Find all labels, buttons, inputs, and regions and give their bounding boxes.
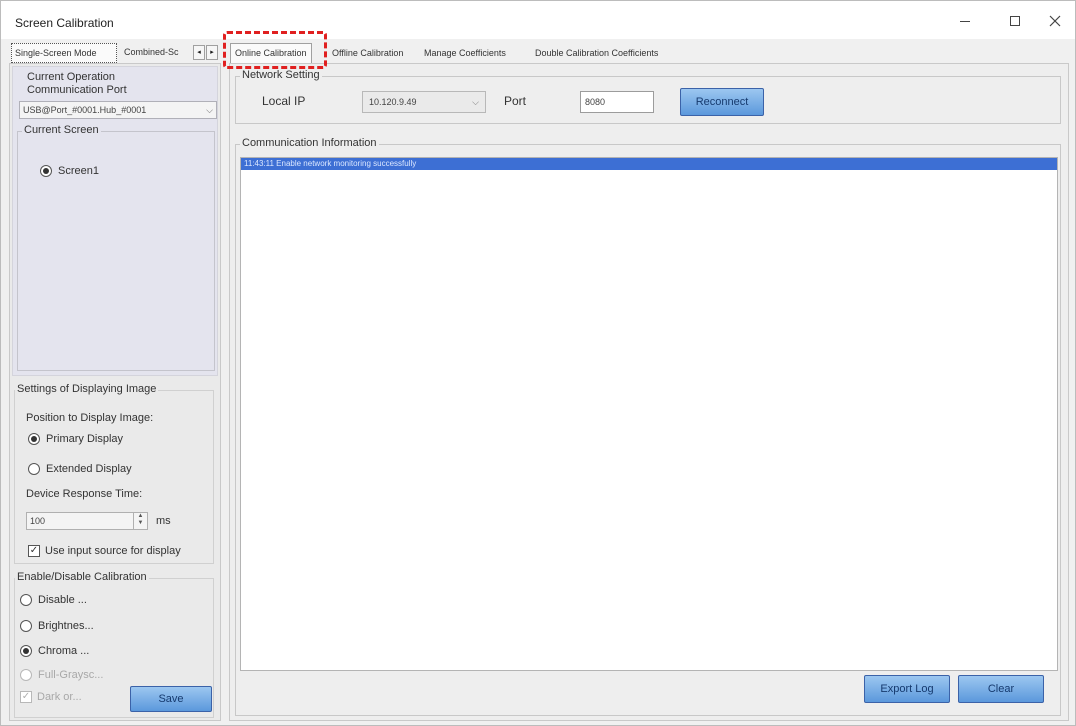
checkmark-icon: ✓ [28, 545, 40, 557]
tab-combined-screen[interactable]: Combined-Sc [121, 43, 197, 63]
online-calibration-panel: Network Setting Local IP 10.120.9.49 ⌵ P… [229, 63, 1069, 721]
minimize-button[interactable] [943, 7, 987, 35]
brightness-label: Brightnes... [38, 620, 94, 632]
response-time-spinner[interactable]: 100 ▲ ▼ [26, 512, 148, 530]
position-to-display-label: Position to Display Image: [26, 412, 154, 424]
dark-or-label: Dark or... [37, 691, 82, 703]
chevron-down-icon: ⌵ [206, 105, 213, 115]
current-screen-group: Current Screen Screen1 [17, 124, 215, 371]
tab-offline-calibration[interactable]: Offline Calibration [332, 45, 403, 61]
communication-port-value: USB@Port_#0001.Hub_#0001 [23, 105, 147, 115]
left-panel: Current Operation Communication Port USB… [9, 63, 221, 721]
tab-manage-coefficients[interactable]: Manage Coefficients [424, 45, 506, 61]
extended-display-radio[interactable]: Extended Display [28, 463, 132, 475]
port-input[interactable]: 8080 [580, 91, 654, 113]
brightness-radio[interactable]: Brightnes... [20, 620, 94, 632]
radio-selected-icon [28, 433, 40, 445]
use-input-source-checkbox[interactable]: ✓ Use input source for display [28, 545, 181, 557]
response-time-value: 100 [30, 516, 46, 526]
display-settings-label: Settings of Displaying Image [15, 383, 159, 395]
full-grayscale-label: Full-Graysc... [38, 669, 104, 681]
chroma-radio[interactable]: Chroma ... [20, 645, 89, 657]
tab-online-calibration[interactable]: Online Calibration [230, 43, 312, 63]
device-response-time-label: Device Response Time: [26, 488, 143, 500]
spin-up-icon[interactable]: ▲ [134, 513, 147, 520]
communication-port-select[interactable]: USB@Port_#0001.Hub_#0001 ⌵ [19, 101, 217, 119]
arrow-left-icon: ◂ [197, 49, 201, 56]
maximize-icon [1010, 16, 1020, 26]
network-setting-label: Network Setting [240, 69, 322, 81]
communication-log-list[interactable]: 11:43:11 Enable network monitoring succe… [240, 157, 1058, 671]
tab-scroll-left-button[interactable]: ◂ [193, 45, 205, 60]
radio-unselected-icon [20, 620, 32, 632]
disable-radio[interactable]: Disable ... [20, 594, 87, 606]
communication-information-group: Communication Information 11:43:11 Enabl… [235, 137, 1061, 716]
tab-single-screen-mode[interactable]: Single-Screen Mode [11, 43, 117, 63]
current-screen-label: Current Screen [22, 124, 101, 136]
save-button[interactable]: Save [130, 686, 212, 712]
use-input-source-label: Use input source for display [45, 545, 181, 557]
arrow-right-icon: ▸ [210, 49, 214, 56]
close-button[interactable] [1033, 7, 1076, 35]
dark-or-checkbox: ✓ Dark or... [20, 691, 82, 703]
full-grayscale-radio: Full-Graysc... [20, 669, 103, 681]
communication-port-label: Communication Port [27, 84, 127, 96]
local-ip-select[interactable]: 10.120.9.49 ⌵ [362, 91, 486, 113]
export-log-button[interactable]: Export Log [864, 675, 950, 703]
tab-scroll-right-button[interactable]: ▸ [206, 45, 218, 60]
screen1-radio[interactable]: Screen1 [40, 165, 99, 177]
chroma-label: Chroma ... [38, 645, 90, 657]
radio-disabled-icon [20, 669, 32, 681]
minimize-icon [960, 20, 970, 22]
spin-down-icon[interactable]: ▼ [134, 520, 147, 527]
response-time-unit: ms [156, 515, 171, 527]
maximize-button[interactable] [993, 7, 1037, 35]
calibration-toggle-label: Enable/Disable Calibration [15, 571, 149, 583]
screen-calibration-window: Screen Calibration Single-Screen Mode Co… [0, 0, 1076, 726]
title-bar: Screen Calibration [1, 1, 1075, 39]
network-setting-group: Network Setting Local IP 10.120.9.49 ⌵ P… [235, 69, 1061, 124]
primary-display-label: Primary Display [46, 433, 124, 445]
screen-selection-area: Current Operation Communication Port USB… [12, 66, 218, 376]
chevron-down-icon: ⌵ [472, 97, 479, 107]
disable-label: Disable ... [38, 594, 87, 606]
radio-selected-icon [40, 165, 52, 177]
local-ip-label: Local IP [262, 94, 306, 108]
radio-selected-icon [20, 645, 32, 657]
window-title: Screen Calibration [15, 16, 114, 30]
reconnect-button[interactable]: Reconnect [680, 88, 764, 116]
local-ip-value: 10.120.9.49 [369, 97, 417, 107]
primary-display-radio[interactable]: Primary Display [28, 433, 123, 445]
port-label: Port [504, 94, 527, 108]
tab-double-calibration-coefficients[interactable]: Double Calibration Coefficients [535, 45, 658, 61]
extended-display-label: Extended Display [46, 463, 132, 475]
spin-arrows[interactable]: ▲ ▼ [133, 513, 147, 529]
radio-unselected-icon [20, 594, 32, 606]
clear-button[interactable]: Clear [958, 675, 1044, 703]
radio-unselected-icon [28, 463, 40, 475]
checkmark-icon: ✓ [20, 691, 32, 703]
current-operation-label: Current Operation [27, 71, 116, 83]
communication-information-label: Communication Information [240, 137, 379, 149]
close-icon [1049, 15, 1061, 27]
screen1-label: Screen1 [58, 165, 99, 177]
log-row[interactable]: 11:43:11 Enable network monitoring succe… [241, 158, 1057, 170]
